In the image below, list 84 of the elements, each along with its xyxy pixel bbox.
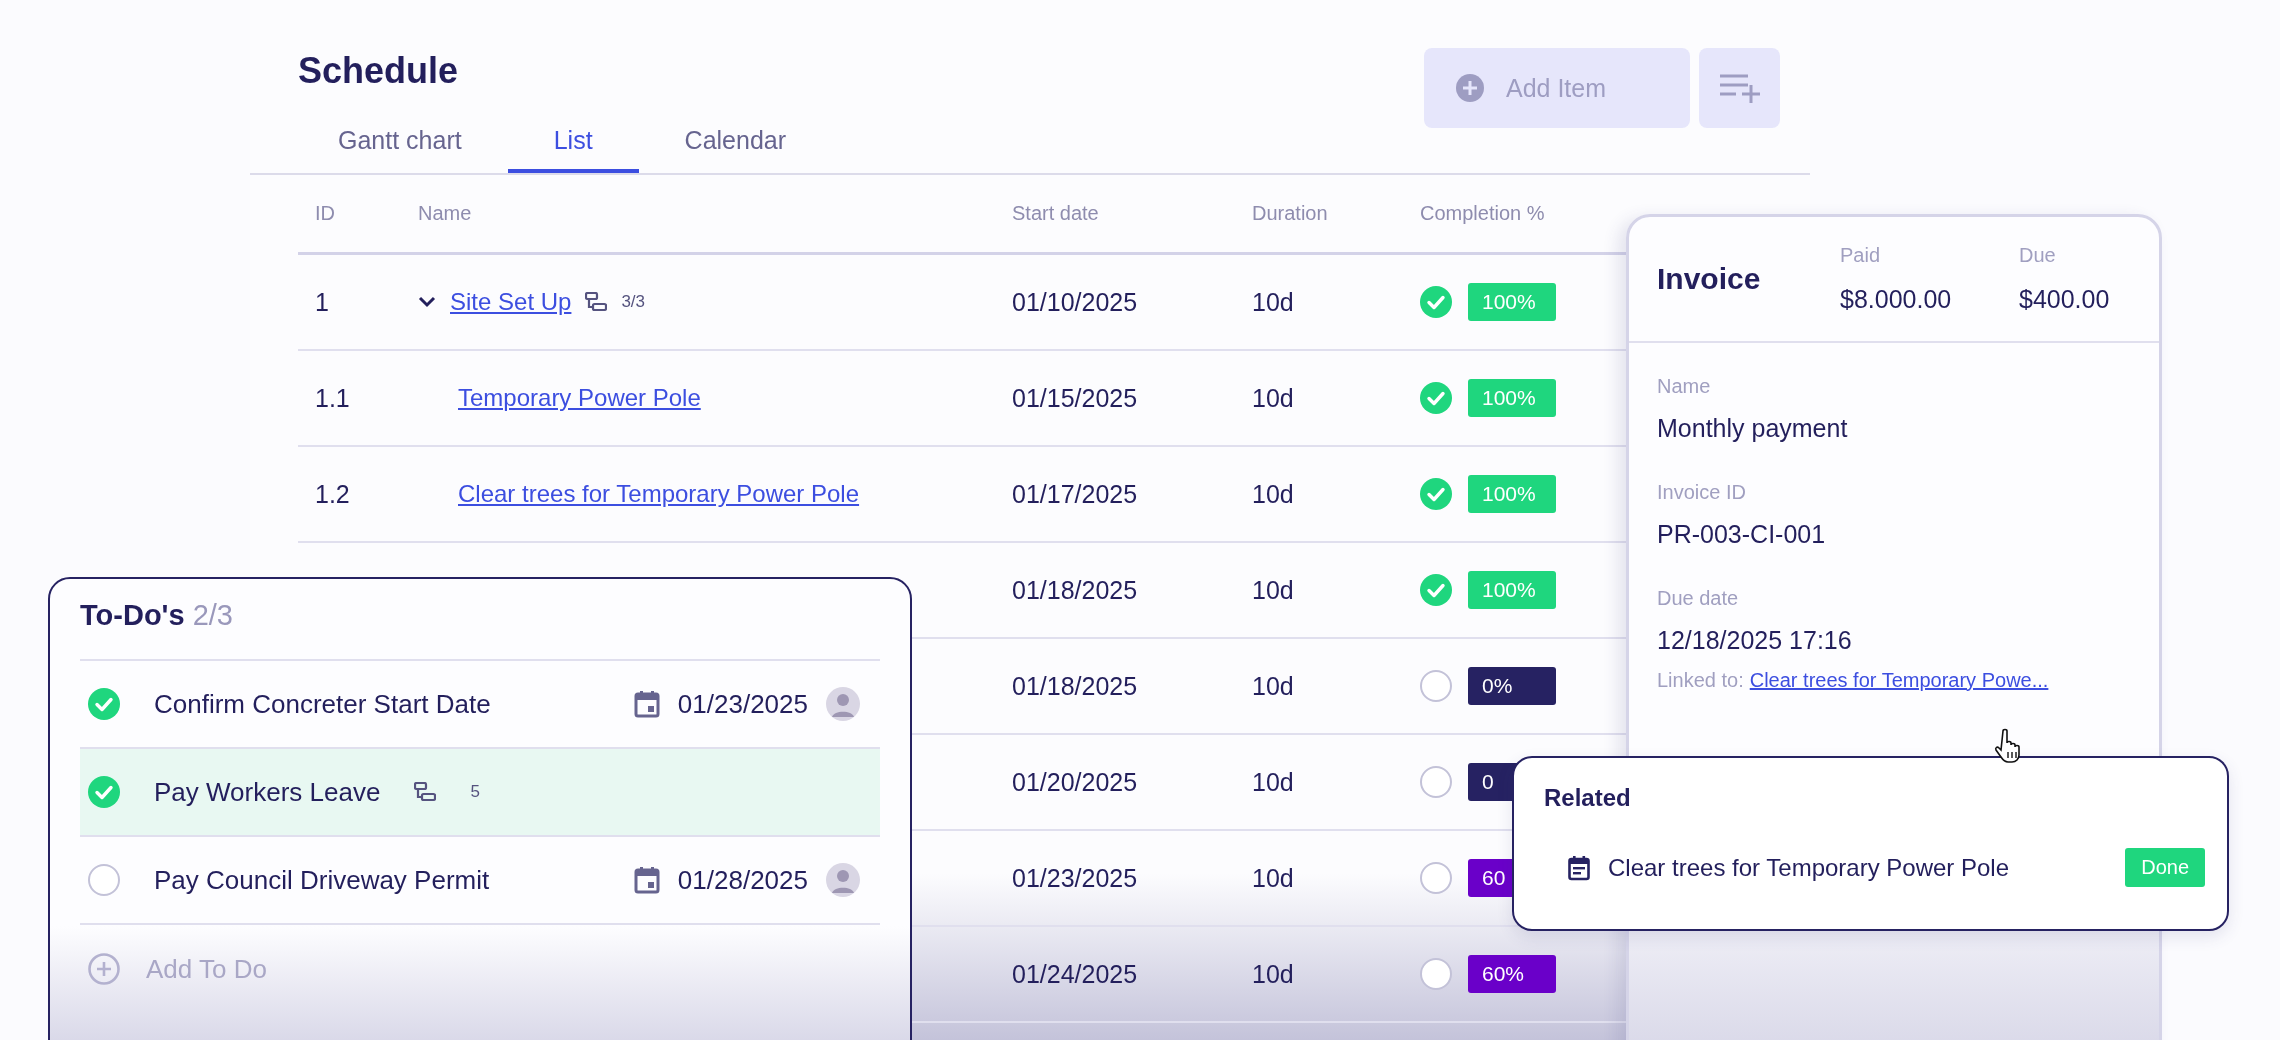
check-icon[interactable] [1420,286,1452,318]
subtask-count: 3/3 [621,292,646,312]
completion-badge: 0% [1468,667,1556,705]
view-tab[interactable]: List [507,126,639,173]
total-value: $8.000.00 [1840,285,1953,314]
duration: 10d [1252,959,1295,989]
status-badge: Done [2125,848,2205,887]
start-date: 01/18/2025 [1012,671,1139,701]
todo-title: To-Do's [80,599,185,632]
duration: 10d [1252,287,1295,317]
check-icon[interactable] [1420,478,1452,510]
field-value: Monthly payment [1657,414,1849,443]
due-date: 01/23/2025 [677,688,808,720]
empty-circle-icon[interactable] [1420,766,1452,798]
completion-badge: 60% [1468,955,1556,993]
row-id: 1.1 [314,383,351,413]
subtask-count: 5 [470,782,480,802]
task-link[interactable]: Clear trees for Temporary Power Pole [458,480,860,508]
todo-text: Pay Workers Leave [154,776,381,808]
todo-count: 2/3 [192,599,233,632]
field-value: PR-003-CI-001 [1657,520,1827,549]
start-date: 01/18/2025 [1012,575,1139,605]
plus-circle-icon [1456,74,1484,102]
empty-circle-icon[interactable] [88,864,120,896]
duration: 10d [1252,767,1295,797]
chevron-icon[interactable] [418,296,436,308]
check-icon[interactable] [88,776,120,808]
task-link[interactable]: Site Set Up [450,288,572,316]
field-label: Due date [1657,587,1740,610]
duration: 10d [1252,383,1295,413]
calendar-icon [633,690,660,718]
start-date: 01/15/2025 [1012,383,1139,413]
column-header: ID [314,202,336,225]
field-label: Name [1657,375,1712,398]
calendar-icon [633,866,660,894]
view-tab[interactable]: Calendar [638,126,833,173]
page-title: Schedule [298,50,460,92]
empty-circle-icon[interactable] [1420,670,1452,702]
invoice-title: Invoice [1657,262,1762,296]
related-task[interactable]: Clear trees for Temporary Power Pole [1608,853,2010,882]
completion-badge: 100% [1468,379,1556,417]
field-value: 12/18/2025 17:16 [1657,626,1853,655]
column-header: Duration [1252,202,1329,225]
row-id: 1 [314,287,330,317]
field-label: Invoice ID [1657,481,1747,504]
list-add-icon [1717,73,1762,103]
empty-circle-icon[interactable] [1420,862,1452,894]
hierarchy-icon [414,782,437,802]
check-icon[interactable] [88,688,120,720]
calendar-note-icon [1568,854,1590,881]
todo-row[interactable]: Pay Workers Leave 5 [80,749,880,837]
task-link[interactable]: Temporary Power Pole [458,384,701,412]
completion-badge: 100% [1468,283,1556,321]
duration: 10d [1252,479,1295,509]
start-date: 01/10/2025 [1012,287,1139,317]
start-date: 01/23/2025 [1012,863,1139,893]
linked-task-link[interactable]: Clear trees for Temporary Powe... [1749,669,2049,692]
empty-circle-icon[interactable] [1420,958,1452,990]
row-id: 1.2 [314,479,351,509]
column-header: Name [418,202,473,225]
duration: 10d [1252,575,1295,605]
add-list-button[interactable] [1699,48,1780,128]
completion-badge: 100% [1468,475,1556,513]
total-label: Due [2019,244,2057,267]
check-icon[interactable] [1420,382,1452,414]
column-header: Completion % [1419,202,1546,225]
start-date: 01/17/2025 [1012,479,1139,509]
duration: 10d [1252,863,1295,893]
view-tab[interactable]: Gantt chart [292,126,508,173]
completion-badge: 100% [1468,571,1556,609]
start-date: 01/24/2025 [1012,959,1139,989]
todo-text: Pay Council Driveway Permit [154,864,490,896]
check-icon[interactable] [1420,574,1452,606]
todo-row[interactable]: Pay Council Driveway Permit 01/28/2025 [80,837,880,925]
todo-text: Confirm Concreter Start Date [154,688,491,720]
linked-label: Linked to: [1657,669,1744,692]
hierarchy-icon [585,292,608,312]
due-date: 01/28/2025 [677,864,808,896]
duration: 10d [1252,671,1295,701]
total-label: Paid [1840,244,1882,267]
start-date: 01/20/2025 [1012,767,1139,797]
plus-circle-icon[interactable] [88,953,120,985]
column-header: Start date [1012,202,1100,225]
total-value: $400.00 [2019,285,2111,314]
